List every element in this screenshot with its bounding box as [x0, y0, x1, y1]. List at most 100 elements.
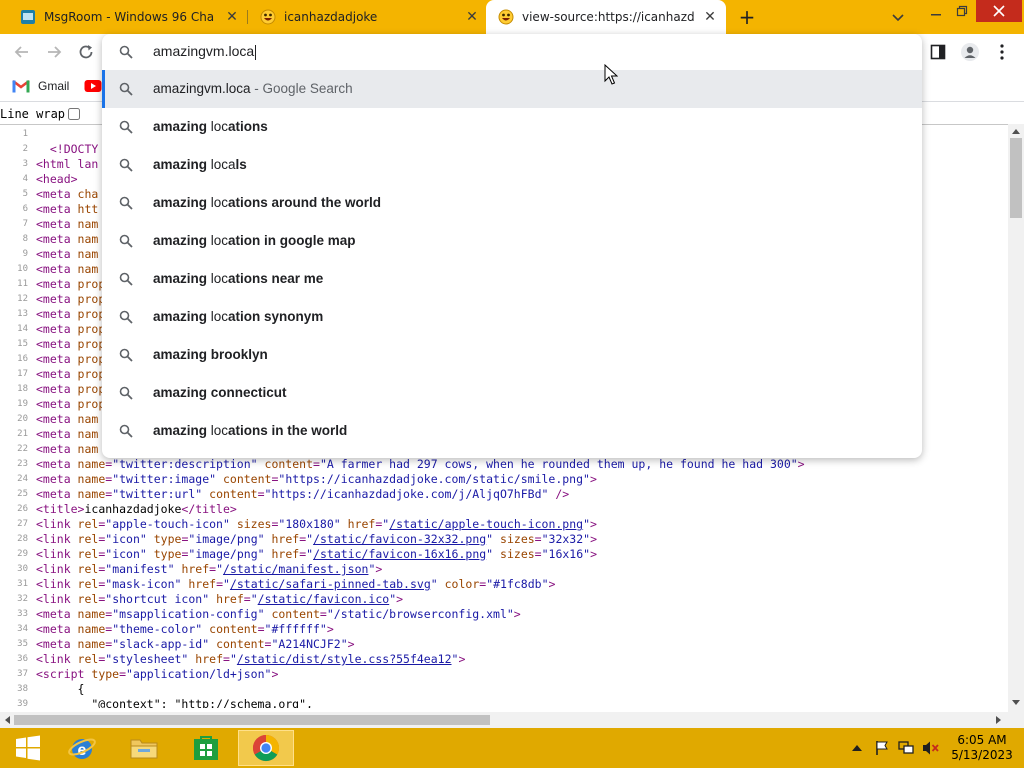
line-content: <meta prop — [36, 367, 106, 381]
close-icon[interactable]: ✕ — [224, 9, 240, 25]
vertical-scroll-thumb[interactable] — [1010, 138, 1022, 218]
tab-title: icanhazdadjoke — [284, 10, 378, 24]
line-content: <meta prop — [36, 337, 106, 351]
suggestion-item[interactable]: amazing locations around the world — [102, 184, 922, 222]
line-number: 35 — [17, 639, 28, 649]
line-number: 9 — [22, 249, 28, 259]
bookmark-gmail[interactable]: Gmail — [12, 77, 69, 95]
window-close-button[interactable] — [976, 0, 1022, 22]
scroll-right-icon[interactable] — [996, 716, 1002, 724]
bookmark-youtube[interactable] — [84, 77, 102, 95]
line-content: <link rel="shortcut icon" href="/static/… — [36, 592, 404, 606]
restore-button[interactable] — [947, 0, 977, 22]
suggestion-item[interactable]: amazing locals — [102, 146, 922, 184]
chevron-down-icon[interactable] — [890, 9, 906, 25]
source-line: 24 <meta name="twitter:image" content="ht… — [0, 472, 1008, 487]
line-wrap-toggle[interactable]: Line wrap — [0, 106, 81, 122]
suggestion-item[interactable]: amazing locations near me — [102, 260, 922, 298]
profile-avatar-icon[interactable] — [960, 42, 980, 62]
line-number: 39 — [17, 699, 28, 708]
source-line: 39 "@context": "http://schema.org", — [0, 697, 1008, 708]
line-content: <head> — [36, 172, 78, 186]
mouse-cursor-icon — [604, 64, 618, 85]
close-icon — [993, 5, 1005, 17]
suggestion-item[interactable]: amazing connecticut — [102, 374, 922, 412]
network-icon[interactable] — [898, 740, 914, 756]
line-number: 16 — [17, 354, 28, 364]
omnibox-input[interactable]: amazingvm.loca — [153, 43, 257, 60]
side-panel-icon[interactable] — [930, 44, 946, 60]
horizontal-scroll-thumb[interactable] — [14, 715, 490, 725]
kebab-menu-icon[interactable] — [996, 43, 1008, 61]
line-content: <meta name="twitter:url" content="https:… — [36, 487, 570, 501]
taskbar-file-explorer[interactable] — [116, 730, 172, 766]
taskbar-chrome[interactable] — [238, 730, 294, 766]
line-number: 15 — [17, 339, 28, 349]
suggestion-item[interactable]: amazing locations — [102, 108, 922, 146]
source-line: 31 <link rel="mask-icon" href="/static/sa… — [0, 577, 1008, 592]
suggestion-item[interactable]: amazing locations in the world — [102, 412, 922, 450]
scroll-up-icon[interactable] — [1012, 128, 1020, 134]
source-line: 36 <link rel="stylesheet" href="/static/d… — [0, 652, 1008, 667]
volume-muted-icon[interactable] — [922, 740, 940, 756]
suggestion-item[interactable]: amazing location synonym — [102, 298, 922, 336]
reload-icon[interactable] — [76, 42, 96, 62]
line-content: <meta name="slack-app-id" content="A214N… — [36, 637, 355, 651]
line-content: <meta name="twitter:image" content="http… — [36, 472, 597, 486]
suggestion-text: amazing locations — [153, 119, 268, 134]
taskbar-internet-explorer[interactable]: e — [54, 730, 110, 766]
line-number: 29 — [17, 549, 28, 559]
close-icon[interactable]: ✕ — [464, 9, 480, 25]
suggestion-text: amazingvm.loca - Google Search — [153, 81, 353, 96]
line-content: <link rel="mask-icon" href="/static/safa… — [36, 577, 556, 591]
line-number: 21 — [17, 429, 28, 439]
tab-view-source[interactable]: view-source:https://icanhazdadjoke.com ✕ — [486, 0, 726, 34]
line-number: 11 — [17, 279, 28, 289]
line-content: <link rel="manifest" href="/static/manif… — [36, 562, 383, 576]
suggestion-text: amazing locations in the world — [153, 423, 348, 438]
line-number: 26 — [17, 504, 28, 514]
start-button[interactable] — [0, 730, 56, 766]
suggestion-item[interactable]: amazing brooklyn — [102, 336, 922, 374]
new-tab-button[interactable]: + — [737, 7, 757, 27]
suggestion-text: amazing locations around the world — [153, 195, 382, 210]
file-explorer-icon — [130, 739, 158, 759]
tab-msgroom[interactable]: MsgRoom - Windows 96 Chat ✕ — [8, 0, 244, 34]
taskbar-store[interactable] — [178, 730, 234, 766]
text-caret — [255, 44, 257, 60]
line-content: <meta nam — [36, 262, 99, 276]
line-number: 25 — [17, 489, 28, 499]
suggestion-text: amazing locations near me — [153, 271, 324, 286]
line-content: <meta name="msapplication-config" conten… — [36, 607, 521, 621]
line-wrap-checkbox[interactable] — [68, 108, 81, 120]
chevron-up-icon[interactable] — [852, 744, 862, 752]
line-content: <meta name="theme-color" content="#fffff… — [36, 622, 334, 636]
suggestion-item[interactable]: amazingvm.loca - Google Search — [102, 70, 922, 108]
tab-title: view-source:https://icanhazdadjoke.com — [522, 10, 694, 24]
windows-logo-icon — [16, 735, 40, 761]
suggestion-text: amazing connecticut — [153, 385, 287, 400]
gmail-icon — [12, 79, 30, 93]
action-center-flag-icon[interactable] — [874, 740, 890, 756]
back-arrow-icon[interactable] — [12, 42, 32, 62]
omnibox[interactable]: amazingvm.loca — [102, 34, 922, 70]
scroll-down-icon[interactable] — [1012, 700, 1020, 706]
restore-icon — [956, 5, 968, 17]
suggestion-item[interactable]: amazing location in google map — [102, 222, 922, 260]
suggestion-text: amazing brooklyn — [153, 347, 268, 362]
close-icon[interactable]: ✕ — [702, 9, 718, 25]
horizontal-scrollbar[interactable] — [0, 712, 1008, 728]
line-number: 24 — [17, 474, 28, 484]
line-content: <meta prop — [36, 277, 106, 291]
line-number: 14 — [17, 324, 28, 334]
internet-explorer-icon: e — [68, 738, 96, 759]
system-clock[interactable]: 6:05 AM 5/13/2023 — [950, 733, 1014, 763]
source-line: 35 <meta name="slack-app-id" content="A21… — [0, 637, 1008, 652]
line-content: <title>icanhazdadjoke</title> — [36, 502, 237, 516]
search-icon — [119, 120, 133, 134]
scroll-left-icon[interactable] — [4, 716, 10, 724]
line-content: <meta prop — [36, 352, 106, 366]
tab-icanhazdadjoke[interactable]: icanhazdadjoke ✕ — [248, 0, 484, 34]
vertical-scrollbar[interactable] — [1008, 124, 1024, 712]
forward-arrow-icon[interactable] — [44, 42, 64, 62]
